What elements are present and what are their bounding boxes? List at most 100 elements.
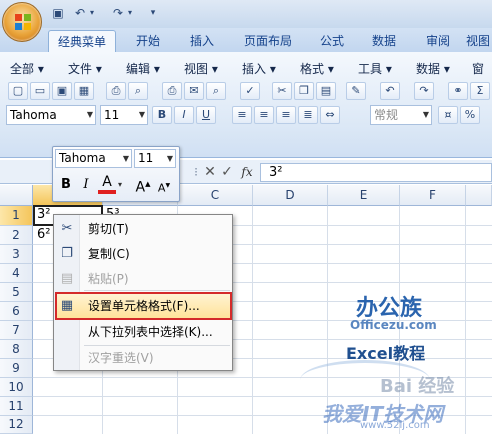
row-header-11[interactable]: 11 bbox=[0, 397, 33, 416]
save-icon[interactable]: ▣ bbox=[50, 5, 66, 21]
cell-a1[interactable]: 3² bbox=[37, 207, 50, 222]
open-icon[interactable]: ▭ bbox=[30, 82, 50, 100]
cut-icon[interactable]: ✂ bbox=[272, 82, 292, 100]
context-item-paste[interactable]: 粘贴(P) bbox=[88, 270, 129, 288]
row-header-9[interactable]: 9 bbox=[0, 359, 33, 378]
format-painter-icon[interactable]: ✎ bbox=[346, 82, 366, 100]
bold-button[interactable]: B bbox=[152, 106, 172, 124]
context-item-pick-from-list[interactable]: 从下拉列表中选择(K)... bbox=[88, 323, 213, 341]
menu-format[interactable]: 格式 ▾ bbox=[300, 61, 334, 77]
context-item-format-cells[interactable]: 设置单元格格式(F)... bbox=[88, 297, 200, 315]
chevron-down-icon[interactable]: ▼ bbox=[87, 106, 93, 124]
mini-shrink-font-button[interactable]: A▼ bbox=[156, 178, 172, 195]
tab-data[interactable]: 数据 bbox=[362, 30, 406, 52]
align-left-icon[interactable]: ≡ bbox=[232, 106, 252, 124]
align-right-icon[interactable]: ≡ bbox=[276, 106, 296, 124]
chevron-down-icon[interactable]: ▼ bbox=[139, 106, 145, 124]
permission-icon[interactable]: ⎙ bbox=[106, 82, 126, 100]
currency-icon[interactable]: ¤ bbox=[438, 106, 458, 124]
column-header-d[interactable]: D bbox=[253, 185, 328, 206]
context-item-copy[interactable]: 复制(C) bbox=[88, 245, 130, 263]
customize-qat-icon[interactable]: ▾ bbox=[145, 5, 161, 21]
mini-bold-button[interactable]: B bbox=[58, 176, 74, 194]
menu-all[interactable]: 全部 ▾ bbox=[10, 61, 44, 77]
mini-font-size-value: 11 bbox=[138, 151, 154, 165]
copy-icon[interactable]: ❐ bbox=[294, 82, 314, 100]
tab-formulas[interactable]: 公式 bbox=[310, 30, 354, 52]
print-preview-icon[interactable]: ⌕ bbox=[128, 82, 148, 100]
menu-edit[interactable]: 编辑 ▾ bbox=[126, 61, 160, 77]
tab-page-layout[interactable]: 页面布局 bbox=[236, 30, 300, 52]
undo-icon[interactable]: ↶ bbox=[380, 82, 400, 100]
cell-a2[interactable]: 6² bbox=[37, 227, 50, 242]
row-header-12[interactable]: 12 bbox=[0, 416, 33, 434]
menu-insert[interactable]: 插入 ▾ bbox=[242, 61, 276, 77]
redo-dropdown-icon[interactable]: ▾ bbox=[122, 5, 138, 21]
percent-icon[interactable]: % bbox=[460, 106, 480, 124]
row-header-6[interactable]: 6 bbox=[0, 302, 33, 321]
new-icon[interactable]: ▢ bbox=[8, 82, 28, 100]
font-size-combo[interactable]: 11 ▼ bbox=[100, 105, 148, 125]
chevron-down-icon[interactable]: ▼ bbox=[423, 106, 429, 124]
font-name-value: Tahoma bbox=[10, 108, 57, 122]
mini-font-size-combo[interactable]: 11 ▼ bbox=[134, 149, 176, 168]
office-button[interactable] bbox=[2, 2, 42, 42]
row-header-7[interactable]: 7 bbox=[0, 321, 33, 340]
column-header-c[interactable]: C bbox=[178, 185, 253, 206]
mini-font-color-button[interactable]: A bbox=[98, 174, 116, 194]
menu-window[interactable]: 窗口 bbox=[472, 61, 492, 77]
redo-icon[interactable]: ↷ bbox=[414, 82, 434, 100]
sum-icon[interactable]: Σ bbox=[470, 82, 490, 100]
tab-review[interactable]: 审阅 bbox=[416, 30, 460, 52]
chevron-down-icon[interactable]: ▼ bbox=[167, 150, 173, 167]
tab-home[interactable]: 开始 bbox=[126, 30, 170, 52]
menu-view[interactable]: 视图 ▾ bbox=[184, 61, 218, 77]
font-name-combo[interactable]: Tahoma ▼ bbox=[6, 105, 96, 125]
confirm-icon[interactable]: ✓ bbox=[219, 163, 235, 181]
column-header-g[interactable] bbox=[466, 185, 492, 206]
mini-grow-font-button[interactable]: A▲ bbox=[134, 175, 152, 196]
underline-button[interactable]: U bbox=[196, 106, 216, 124]
number-format-combo[interactable]: 常规 ▼ bbox=[370, 105, 432, 125]
chevron-down-icon[interactable]: ▾ bbox=[118, 176, 128, 194]
tab-insert[interactable]: 插入 bbox=[180, 30, 224, 52]
row-header-10[interactable]: 10 bbox=[0, 378, 33, 397]
menu-data[interactable]: 数据 ▾ bbox=[416, 61, 450, 77]
insert-function-icon[interactable]: fx bbox=[238, 163, 256, 181]
paste-icon[interactable]: ▤ bbox=[316, 82, 336, 100]
mini-font-name-combo[interactable]: Tahoma ▼ bbox=[55, 149, 132, 168]
justify-icon[interactable]: ≣ bbox=[298, 106, 318, 124]
print-icon[interactable]: ⎙ bbox=[162, 82, 182, 100]
hyperlink-icon[interactable]: ⚭ bbox=[448, 82, 468, 100]
chevron-down-icon[interactable]: ▼ bbox=[123, 150, 129, 167]
row-header-1[interactable]: 1 bbox=[0, 206, 33, 226]
select-all-corner[interactable] bbox=[0, 185, 33, 206]
gridline bbox=[465, 206, 466, 434]
research-icon[interactable]: ⌕ bbox=[206, 82, 226, 100]
context-item-reconvert[interactable]: 汉字重选(V) bbox=[88, 349, 154, 367]
align-center-icon[interactable]: ≡ bbox=[254, 106, 274, 124]
row-header-5[interactable]: 5 bbox=[0, 283, 33, 302]
row-header-2[interactable]: 2 bbox=[0, 226, 33, 245]
menu-file[interactable]: 文件 ▾ bbox=[68, 61, 102, 77]
mini-font-name-value: Tahoma bbox=[59, 151, 106, 165]
italic-button[interactable]: I bbox=[174, 106, 194, 124]
row-header-8[interactable]: 8 bbox=[0, 340, 33, 359]
cancel-icon[interactable]: ✕ bbox=[202, 163, 218, 181]
context-item-cut[interactable]: 剪切(T) bbox=[88, 220, 129, 238]
email-icon[interactable]: ✉ bbox=[184, 82, 204, 100]
merge-center-icon[interactable]: ⇔ bbox=[320, 106, 340, 124]
save-icon[interactable]: ▣ bbox=[52, 82, 72, 100]
column-header-e[interactable]: E bbox=[328, 185, 400, 206]
mini-italic-button[interactable]: I bbox=[78, 176, 94, 194]
row-header-4[interactable]: 4 bbox=[0, 264, 33, 283]
row-header-3[interactable]: 3 bbox=[0, 245, 33, 264]
menu-tools[interactable]: 工具 ▾ bbox=[358, 61, 392, 77]
formula-input[interactable]: 3² bbox=[260, 163, 492, 182]
column-header-f[interactable]: F bbox=[400, 185, 466, 206]
spelling-icon[interactable]: ✓ bbox=[240, 82, 260, 100]
excel-icon[interactable]: ▦ bbox=[74, 82, 94, 100]
undo-dropdown-icon[interactable]: ▾ bbox=[84, 5, 100, 21]
tab-view[interactable]: 视图 bbox=[466, 30, 492, 52]
tab-classic-menu[interactable]: 经典菜单 bbox=[48, 30, 116, 52]
